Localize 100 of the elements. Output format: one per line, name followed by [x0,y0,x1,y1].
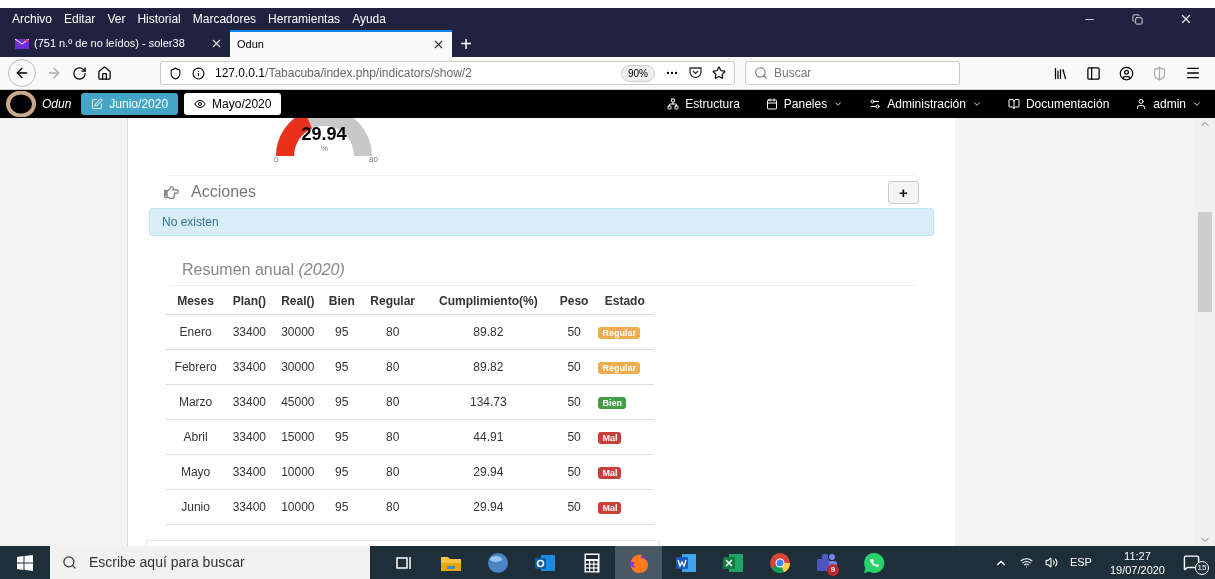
shield-icon [169,66,182,80]
table-cell: 95 [322,419,362,454]
nav-item[interactable]: Documentación [994,95,1123,113]
mail-icon [15,38,29,49]
period-button[interactable]: Mayo/2020 [184,93,282,115]
notification-count: 15 [1195,560,1209,575]
url-field[interactable]: 127.0.0.1/Tabacuba/index.php/indicators/show/2 90% [160,61,735,85]
browser-tab[interactable]: Odun [230,30,452,57]
close-icon[interactable] [432,38,445,51]
table-cell: 33400 [225,384,274,419]
status-badge: Regular [598,326,640,339]
search-placeholder: Escribe aquí para buscar [89,553,245,572]
info-alert: No existen [149,208,934,236]
caret-icon [971,99,982,109]
taskbar-search-field[interactable]: Escribe aquí para buscar [50,546,370,579]
close-icon[interactable] [1179,12,1193,26]
status-badge: Mal [598,501,622,514]
hand-pointer-icon [164,184,179,200]
menu-item[interactable]: Herramientas [268,10,341,28]
status-badge: Bien [598,396,626,409]
menu-item[interactable]: Historial [137,10,181,28]
calendar-icon [765,98,778,110]
menu-item[interactable]: Archivo [12,10,52,28]
taskbar-app[interactable]: 9 [803,546,850,579]
ring-icon [768,551,791,574]
nav-item[interactable]: admin [1122,95,1215,113]
menu-item[interactable]: Marcadores [192,10,257,28]
new-tab-button[interactable]: + [452,30,480,57]
table-cell: Febrero [166,349,226,384]
table-cell: Enero [166,314,226,349]
star-icon[interactable] [712,66,726,80]
column-header: Plan() [225,289,274,314]
account-icon[interactable] [1119,65,1134,81]
home-icon[interactable] [97,65,112,81]
table-cell: 95 [322,314,362,349]
nav-item[interactable]: Administración [856,95,995,113]
sidebar-icon[interactable] [1086,65,1101,81]
clock-time[interactable]: 11:27 [1124,548,1151,563]
scroll-thumb[interactable] [1198,212,1212,312]
edit-icon [91,98,104,110]
table-cell: 10000 [273,489,323,524]
search-icon [62,555,77,570]
logo-icon [6,91,36,117]
spreadsheet-icon [721,552,744,573]
table-cell: Marzo [166,384,226,419]
restore-icon[interactable] [1132,13,1143,25]
volume-icon[interactable] [1044,556,1058,569]
menu-item[interactable]: Editar [64,10,96,28]
table-cell: 15000 [273,419,323,454]
nav-item[interactable]: Paneles [752,95,857,113]
status-badge: Regular [598,361,640,374]
search-field[interactable]: Buscar [745,61,960,85]
info-icon [192,66,205,80]
column-header: Estado [595,289,654,314]
table-cell: 50 [552,489,596,524]
close-icon[interactable] [210,37,223,50]
flame-globe-icon [627,551,650,574]
column-header: Peso [552,289,596,314]
tab-title: Odun [237,37,265,53]
reload-icon[interactable] [72,65,87,81]
summary-title: Resumen anual (2020) [182,261,345,278]
table-cell: Abril [166,419,226,454]
search-placeholder: Buscar [774,65,812,82]
gauge-max: 80 [369,156,378,164]
zoom-badge[interactable]: 90% [621,64,655,82]
wifi-icon[interactable] [1019,556,1033,569]
table-cell: 50 [552,349,596,384]
clock-date[interactable]: 19/07/2020 [1109,562,1165,577]
table-cell: 95 [322,454,362,489]
brand-name[interactable]: Odun [42,95,72,113]
nav-item[interactable]: Estructura [654,95,753,113]
gauge-min: 0 [274,156,279,164]
menu-item[interactable]: Ver [107,10,126,28]
pocket-icon[interactable] [689,67,702,79]
table-cell: 33400 [225,419,274,454]
document-icon [674,552,697,573]
table-cell: 50 [552,384,596,419]
language-indicator[interactable]: ESP [1069,554,1092,571]
table-cell: 95 [322,489,362,524]
table-cell: 44.91 [423,419,553,454]
menu-icon[interactable] [1185,65,1201,81]
library-icon[interactable] [1053,65,1068,81]
add-button[interactable]: + [888,180,919,204]
eye-icon [194,98,207,110]
table-cell: 80 [361,489,424,524]
column-header: Bien [322,289,362,314]
browser-tab[interactable]: (751 n.º de no leídos) - soler38 [8,30,230,57]
table-cell: 95 [322,384,362,419]
windows-icon [17,554,33,571]
table-cell: 33400 [225,349,274,384]
table-cell: 29.94 [423,454,553,489]
status-badge: Mal [598,466,622,479]
table-cell: 89.82 [423,314,553,349]
sphere-icon [486,551,509,574]
gauge-unit: % [321,145,329,153]
structure-icon [667,98,680,110]
table-cell: 30000 [273,314,323,349]
table-cell: 33400 [225,489,274,524]
menu-item[interactable]: Ayuda [352,10,386,28]
people-icon [815,552,838,573]
